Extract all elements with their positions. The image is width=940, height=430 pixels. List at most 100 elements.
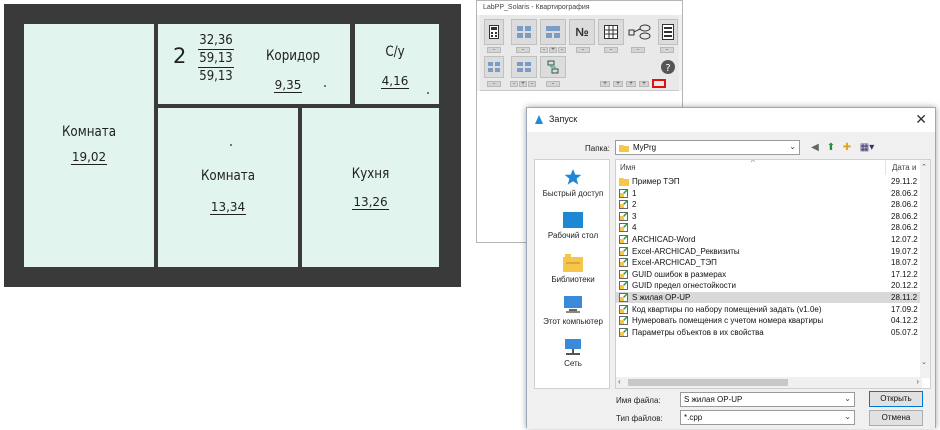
highlight-marker: [652, 79, 666, 88]
small-minus-button[interactable]: -: [487, 81, 501, 87]
small-plus-button[interactable]: +: [519, 81, 527, 87]
dialog-body: Папка: MyPrg ⌄ ◀ ⬆ ✚ ▦▾ Быстрый доступ Р…: [527, 132, 935, 429]
small-minus-button[interactable]: -: [528, 81, 536, 87]
calculator-icon: [489, 25, 499, 39]
view-menu-icon[interactable]: ▦▾: [857, 142, 877, 154]
horizontal-scrollbar[interactable]: ‹ ›: [616, 377, 922, 388]
report-icon: [662, 24, 674, 40]
room-living-1[interactable]: Комната 19,02: [24, 24, 154, 267]
room-living-2[interactable]: Комната 13,34: [158, 108, 298, 267]
star-icon: [564, 169, 582, 185]
small-minus-button[interactable]: -: [487, 47, 501, 53]
small-plus-button[interactable]: +: [613, 81, 623, 87]
places-sidebar: Быстрый доступ Рабочий стол Библиотеки Э…: [534, 159, 610, 389]
file-row[interactable]: Excel-ARCHICAD_Реквизиты 19.07.2: [616, 246, 922, 257]
move-rooms-tool-button[interactable]: [484, 56, 504, 78]
filename-field[interactable]: S жилая OP-UP ⌄: [680, 392, 855, 407]
file-row[interactable]: GUID предел огнестойкости 20.12.2: [616, 280, 922, 291]
small-plus-button[interactable]: +: [549, 47, 557, 53]
scroll-left-icon[interactable]: ‹: [618, 377, 621, 386]
script-file-icon: [619, 293, 628, 302]
help-icon: ?: [661, 60, 675, 74]
file-row[interactable]: ARCHICAD-Word 12.07.2: [616, 234, 922, 245]
report-tool-button[interactable]: [658, 19, 678, 45]
place-desktop[interactable]: Рабочий стол: [535, 212, 611, 240]
file-date: 19.07.2: [891, 246, 918, 256]
scroll-right-icon[interactable]: ›: [916, 377, 919, 386]
place-network[interactable]: Сеть: [535, 338, 611, 368]
small-plus-button[interactable]: +: [600, 81, 610, 87]
script-file-icon: [619, 258, 628, 268]
file-name: Нумеровать помещения с учетом номера ква…: [632, 316, 824, 326]
room-wc[interactable]: С/у 4,16: [355, 24, 439, 104]
small-plus-button[interactable]: +: [639, 81, 649, 87]
link-objects-tool-button[interactable]: [627, 19, 653, 45]
file-row[interactable]: S жилая OP-UP 28.11.2: [616, 292, 922, 303]
dialog-titlebar: Запуск ✕: [527, 108, 935, 132]
folder-icon: [619, 145, 629, 152]
folder-select[interactable]: MyPrg ⌄: [615, 140, 800, 155]
file-row[interactable]: Параметры объектов в их свойства 05.07.2: [616, 327, 922, 338]
cancel-button[interactable]: Отмена: [869, 410, 923, 426]
file-row[interactable]: Нумеровать помещения с учетом номера ква…: [616, 315, 922, 326]
small-plus-button[interactable]: +: [626, 81, 636, 87]
up-folder-icon[interactable]: ⬆: [825, 142, 837, 154]
room-group-tool-button[interactable]: [540, 19, 566, 45]
split-rooms-tool-button[interactable]: [511, 56, 537, 78]
numbering-tool-button[interactable]: №: [569, 19, 595, 45]
small-minus-button[interactable]: -: [510, 81, 518, 87]
calculator-tool-button[interactable]: [484, 19, 504, 45]
launch-icon: [535, 115, 543, 124]
file-date: 28.06.2: [891, 211, 918, 221]
horizontal-scroll-thumb[interactable]: [628, 379, 788, 386]
table-tool-button[interactable]: [598, 19, 624, 45]
file-row[interactable]: 3 28.06.2: [616, 211, 922, 222]
file-row[interactable]: 1 28.06.2: [616, 188, 922, 199]
filetype-label: Тип файлов:: [616, 414, 663, 423]
filetype-select[interactable]: *.cpp ⌄: [680, 410, 855, 425]
apartment-values: 32,36 59,13 59,13: [198, 33, 234, 84]
file-row[interactable]: GUID ошибок в размерах 17.12.2: [616, 269, 922, 280]
small-minus-button[interactable]: -: [660, 47, 674, 53]
file-row[interactable]: Excel-ARCHICAD_ТЭП 18.07.2: [616, 257, 922, 268]
room-center-point: [324, 85, 326, 87]
room-layout-tool-button[interactable]: [511, 19, 537, 45]
file-name: 2: [632, 200, 637, 210]
vertical-scrollbar[interactable]: ⌃ ⌄: [920, 160, 930, 378]
file-date: 28.11.2: [891, 293, 918, 302]
room-name: Кухня: [351, 166, 390, 182]
small-minus-button[interactable]: -: [576, 47, 590, 53]
file-date: 29.11.2: [891, 177, 918, 186]
back-icon[interactable]: ◀: [809, 142, 821, 154]
open-button[interactable]: Открыть: [869, 391, 923, 407]
small-minus-button[interactable]: -: [540, 47, 548, 53]
new-folder-icon[interactable]: ✚: [841, 142, 853, 154]
place-libraries[interactable]: Библиотеки: [535, 254, 611, 284]
place-quick-access[interactable]: Быстрый доступ: [535, 168, 611, 198]
room-kitchen[interactable]: Кухня 13,26: [302, 108, 439, 267]
small-minus-button[interactable]: -: [516, 47, 530, 53]
room-area: 13,26: [352, 195, 389, 210]
file-row[interactable]: Код квартиры по набору помещений задать …: [616, 304, 922, 315]
small-minus-button[interactable]: -: [558, 47, 566, 53]
window-title: LabPP_Solaris - Квартирография: [477, 1, 682, 15]
room-area: 4,16: [380, 74, 410, 89]
network-icon: [565, 339, 581, 355]
script-file-icon: [619, 304, 628, 314]
flow-tool-button[interactable]: [540, 56, 566, 78]
toolbar: № - - - + - - - - - ? - - + - - + + + +: [480, 15, 679, 91]
file-row[interactable]: Пример ТЭП 29.11.2: [616, 176, 922, 187]
scroll-up-icon[interactable]: ⌃: [921, 163, 927, 171]
help-button[interactable]: ?: [658, 56, 678, 78]
file-row[interactable]: 2 28.06.2: [616, 199, 922, 210]
place-this-computer[interactable]: Этот компьютер: [535, 296, 611, 326]
file-name: 1: [632, 188, 637, 198]
file-row[interactable]: 4 28.06.2: [616, 222, 922, 233]
small-minus-button[interactable]: -: [546, 81, 560, 87]
room-corridor[interactable]: 2 32,36 59,13 59,13 Коридор 9,35: [158, 24, 350, 104]
small-minus-button[interactable]: -: [604, 47, 618, 53]
scroll-down-icon[interactable]: ⌄: [921, 358, 927, 366]
room-center-point: [230, 144, 232, 146]
close-icon[interactable]: ✕: [915, 111, 927, 128]
small-minus-button[interactable]: -: [631, 47, 645, 53]
